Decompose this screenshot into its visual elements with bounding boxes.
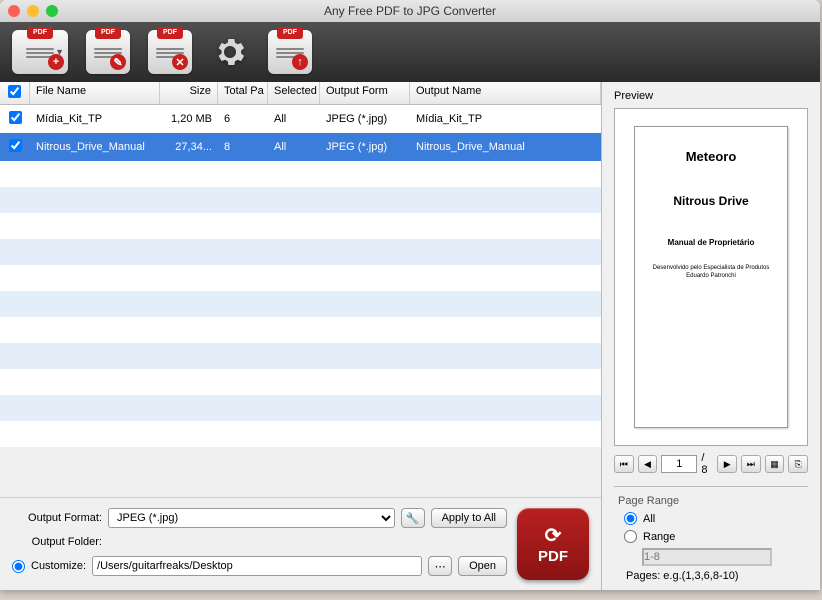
footer-panel: Output Format: JPEG (*.jpg) 🔧 Apply to A… — [0, 497, 601, 590]
cell-total: 8 — [218, 141, 268, 153]
wrench-icon: 🔧 — [406, 513, 420, 525]
range-all-label: All — [643, 513, 655, 525]
cell-selected: All — [268, 113, 320, 125]
left-panel: File Name Size Total Pa Selected Output … — [0, 82, 602, 590]
format-settings-button[interactable]: 🔧 — [401, 508, 425, 528]
cell-outname: Mídia_Kit_TP — [410, 113, 601, 125]
cell-selected: All — [268, 141, 320, 153]
x-icon: ✕ — [172, 54, 188, 70]
refresh-icon: ⟳ — [545, 523, 562, 548]
select-all-header[interactable] — [0, 82, 30, 104]
range-custom-radio[interactable] — [624, 530, 637, 543]
preview-byline: Desenvolvido pelo Especialista de Produt… — [645, 265, 777, 281]
pager: ⏮ ◀ / 8 ▶ ⏭ ▦ ⎘ — [614, 452, 808, 476]
convert-button[interactable]: PDF ↑ — [268, 30, 312, 74]
preview-subheading: Nitrous Drive — [645, 194, 777, 208]
chevron-down-icon: ▼ — [55, 47, 64, 57]
empty-row — [0, 265, 601, 291]
first-page-button[interactable]: ⏮ — [614, 455, 634, 473]
empty-row — [0, 421, 601, 447]
row-checkbox[interactable] — [9, 139, 22, 152]
preview-label: Preview — [614, 90, 808, 102]
pencil-icon: ✎ — [110, 54, 126, 70]
cell-format: JPEG (*.jpg) — [320, 141, 410, 153]
output-format-label: Output Format: — [12, 512, 102, 524]
empty-row — [0, 369, 601, 395]
cell-size: 1,20 MB — [160, 113, 218, 125]
add-pdf-button[interactable]: PDF + ▼ — [12, 30, 68, 74]
gear-icon — [212, 34, 248, 70]
row-checkbox[interactable] — [9, 111, 22, 124]
table-row[interactable]: Mídia_Kit_TP1,20 MB6AllJPEG (*.jpg)Mídia… — [0, 105, 601, 133]
file-table: File Name Size Total Pa Selected Output … — [0, 82, 601, 497]
titlebar: Any Free PDF to JPG Converter — [0, 0, 820, 22]
toolbar: PDF + ▼ PDF ✎ PDF ✕ PDF ↑ — [0, 22, 820, 82]
empty-row — [0, 213, 601, 239]
cell-filename: Nitrous_Drive_Manual — [30, 141, 160, 153]
col-total[interactable]: Total Pa — [218, 82, 268, 104]
page-range-fieldset: Page Range All Range Pages: e.g.(1,3,6,8… — [614, 486, 808, 582]
empty-row — [0, 343, 601, 369]
app-window: Any Free PDF to JPG Converter PDF + ▼ PD… — [0, 0, 820, 590]
page-number-input[interactable] — [661, 455, 697, 473]
empty-row — [0, 187, 601, 213]
cell-total: 6 — [218, 113, 268, 125]
empty-row — [0, 161, 601, 187]
remove-pdf-button[interactable]: PDF ✕ — [148, 30, 192, 74]
empty-row — [0, 291, 601, 317]
open-folder-button[interactable]: Open — [458, 556, 507, 576]
browse-button[interactable]: ⋯ — [428, 556, 452, 576]
table-row[interactable]: Nitrous_Drive_Manual27,34...8AllJPEG (*.… — [0, 133, 601, 161]
pdf-label: PDF — [538, 548, 568, 565]
range-custom-label: Range — [643, 531, 675, 543]
output-folder-label: Output Folder: — [12, 536, 102, 548]
range-input[interactable] — [642, 548, 772, 566]
empty-row — [0, 317, 601, 343]
page-total-label: / 8 — [701, 452, 713, 476]
edit-pdf-button[interactable]: PDF ✎ — [86, 30, 130, 74]
start-convert-button[interactable]: ⟳ PDF — [517, 508, 589, 580]
pdf-icon: PDF — [157, 27, 183, 39]
customize-label: Customize: — [31, 560, 86, 572]
window-title: Any Free PDF to JPG Converter — [0, 4, 820, 18]
table-header: File Name Size Total Pa Selected Output … — [0, 82, 601, 105]
page-range-legend: Page Range — [614, 495, 683, 507]
output-format-select[interactable]: JPEG (*.jpg) — [108, 508, 395, 528]
col-selected[interactable]: Selected — [268, 82, 320, 104]
cell-size: 27,34... — [160, 141, 218, 153]
col-size[interactable]: Size — [160, 82, 218, 104]
up-arrow-icon: ↑ — [292, 54, 308, 70]
right-panel: Preview Meteoro Nitrous Drive Manual de … — [602, 82, 820, 590]
range-all-radio[interactable] — [624, 512, 637, 525]
range-note: Pages: e.g.(1,3,6,8-10) — [626, 570, 808, 582]
pdf-icon: PDF — [277, 27, 303, 39]
cell-format: JPEG (*.jpg) — [320, 113, 410, 125]
preview-page: Meteoro Nitrous Drive Manual de Propriet… — [634, 126, 788, 428]
ellipsis-icon: ⋯ — [435, 561, 446, 573]
col-outname[interactable]: Output Name — [410, 82, 601, 104]
pdf-icon: PDF — [95, 27, 121, 39]
customize-radio[interactable] — [12, 560, 25, 573]
preview-subtitle: Manual de Proprietário — [645, 238, 777, 247]
output-path-input[interactable] — [92, 556, 422, 576]
empty-row — [0, 239, 601, 265]
content-area: File Name Size Total Pa Selected Output … — [0, 82, 820, 590]
pages-icon-button[interactable]: ▦ — [765, 455, 785, 473]
prev-page-button[interactable]: ◀ — [638, 455, 658, 473]
cell-outname: Nitrous_Drive_Manual — [410, 141, 601, 153]
export-page-button[interactable]: ⎘ — [788, 455, 808, 473]
select-all-checkbox[interactable] — [8, 85, 21, 98]
col-format[interactable]: Output Form — [320, 82, 410, 104]
empty-row — [0, 395, 601, 421]
next-page-button[interactable]: ▶ — [717, 455, 737, 473]
preview-heading: Meteoro — [645, 149, 777, 164]
pdf-icon: PDF — [27, 27, 53, 39]
apply-all-button[interactable]: Apply to All — [431, 508, 507, 528]
settings-button[interactable] — [210, 32, 250, 72]
preview-area: Meteoro Nitrous Drive Manual de Propriet… — [614, 108, 808, 446]
col-filename[interactable]: File Name — [30, 82, 160, 104]
cell-filename: Mídia_Kit_TP — [30, 113, 160, 125]
last-page-button[interactable]: ⏭ — [741, 455, 761, 473]
table-body: Mídia_Kit_TP1,20 MB6AllJPEG (*.jpg)Mídia… — [0, 105, 601, 161]
